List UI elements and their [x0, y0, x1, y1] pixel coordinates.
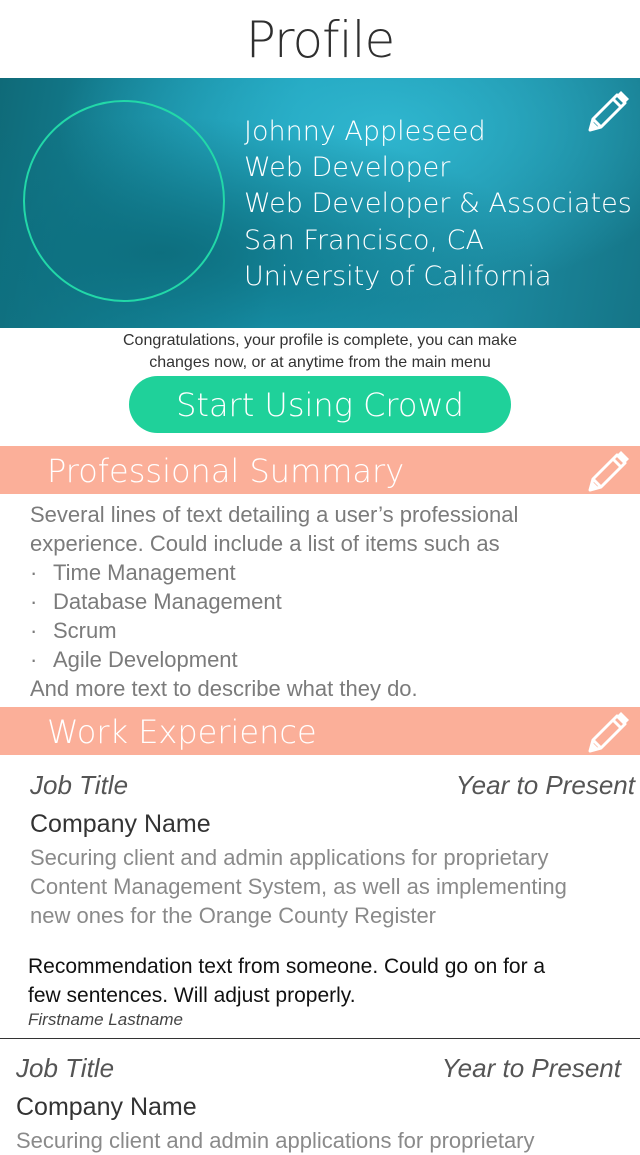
professional-summary-title: Professional Summary	[47, 452, 405, 490]
completion-line-2: changes now, or at anytime from the main…	[149, 354, 491, 371]
recommendation-text: Recommendation text from someone. Could …	[28, 952, 640, 1010]
bullet-dot: ·	[30, 618, 38, 643]
profile-school: University of California	[244, 260, 552, 292]
summary-bullet: · Agile Development	[30, 645, 630, 674]
edit-work-pencil-icon[interactable]	[584, 709, 632, 757]
job-description-line: Content Management System, as well as im…	[30, 874, 567, 899]
edit-profile-pencil-icon[interactable]	[584, 88, 632, 136]
summary-bullet: · Database Management	[30, 587, 630, 616]
job-description-line: new ones for the Orange County Register	[30, 903, 437, 928]
job-description: Securing client and admin applications f…	[30, 843, 635, 930]
job-title: Job Title	[16, 1053, 115, 1083]
summary-line-1: Several lines of text detailing a user’s…	[30, 502, 519, 527]
page-title: Profile	[245, 11, 395, 69]
summary-bullet: · Scrum	[30, 616, 630, 645]
job-entry[interactable]: Job Title Year to Present Company Name S…	[30, 770, 635, 930]
job-entry[interactable]: Job Title Year to Present Company Name S…	[16, 1053, 621, 1155]
job-years: Year to Present	[455, 770, 635, 800]
recommendation-line: few sentences. Will adjust properly.	[28, 984, 356, 1007]
professional-summary-body: Several lines of text detailing a user’s…	[30, 500, 630, 703]
bullet-text: Database Management	[53, 589, 282, 614]
job-header-row: Job Title Year to Present	[16, 1053, 621, 1089]
bullet-dot: ·	[30, 647, 38, 672]
completion-message: Congratulations, your profile is complet…	[0, 330, 640, 374]
work-experience-title: Work Experience	[47, 713, 317, 751]
bullet-text: Scrum	[53, 618, 117, 643]
bullet-text: Time Management	[53, 560, 236, 585]
summary-line-2: experience. Could include a list of item…	[30, 531, 500, 556]
completion-line-1: Congratulations, your profile is complet…	[123, 332, 517, 349]
profile-title: Web Developer	[244, 152, 451, 184]
bullet-text: Agile Development	[53, 647, 238, 672]
summary-bullet: · Time Management	[30, 558, 630, 587]
start-using-crowd-button[interactable]: Start Using Crowd	[129, 376, 511, 433]
job-years: Year to Present	[441, 1053, 621, 1083]
bullet-dot: ·	[30, 589, 38, 614]
job-header-row: Job Title Year to Present	[30, 770, 635, 806]
avatar[interactable]	[23, 100, 225, 302]
nav-bar: Profile	[0, 0, 640, 78]
work-experience-header: Work Experience	[0, 707, 640, 755]
profile-location: San Francisco, CA	[244, 224, 484, 256]
edit-summary-pencil-icon[interactable]	[584, 448, 632, 496]
summary-closing: And more text to describe what they do.	[30, 676, 418, 701]
job-description-line: Securing client and admin applications f…	[16, 1128, 535, 1153]
profile-info: Johnny Appleseed Web Developer Web Devel…	[244, 114, 632, 295]
profile-hero: Johnny Appleseed Web Developer Web Devel…	[0, 78, 640, 328]
profile-company: Web Developer & Associates	[244, 188, 632, 220]
job-title: Job Title	[30, 770, 129, 800]
job-company: Company Name	[16, 1093, 197, 1121]
profile-name: Johnny Appleseed	[244, 116, 486, 147]
job-description: Securing client and admin applications f…	[16, 1126, 621, 1155]
job-description-line: Securing client and admin applications f…	[30, 845, 549, 870]
recommendation-author: Firstname Lastname	[28, 1010, 183, 1029]
recommendation-line: Recommendation text from someone. Could …	[28, 955, 546, 978]
divider	[0, 1038, 640, 1039]
job-company: Company Name	[30, 810, 211, 838]
professional-summary-header: Professional Summary	[0, 446, 640, 494]
bullet-dot: ·	[30, 560, 38, 585]
